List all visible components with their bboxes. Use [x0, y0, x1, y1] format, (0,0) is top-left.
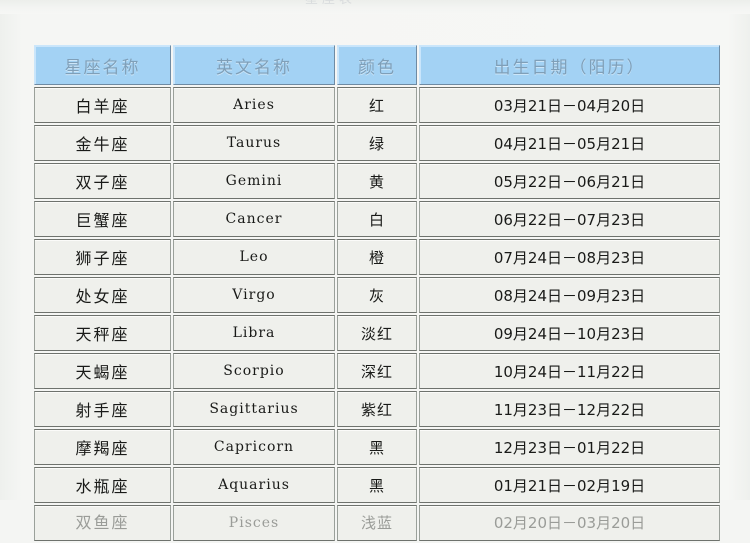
cell-birth-date: 02月20日－03月20日 — [419, 505, 720, 541]
table-row[interactable]: 狮子座 Leo 橙 07月24日－08月23日 — [34, 239, 720, 275]
cropped-title-strip: 星座表 — [0, 0, 750, 14]
cell-english-name: Libra — [173, 315, 335, 351]
table-row[interactable]: 金牛座 Taurus 绿 04月21日－05月21日 — [34, 125, 720, 161]
table-row[interactable]: 白羊座 Aries 红 03月21日－04月20日 — [34, 87, 720, 123]
cell-birth-date: 07月24日－08月23日 — [419, 239, 720, 275]
cell-sign-name: 摩羯座 — [34, 429, 171, 465]
table-row[interactable]: 摩羯座 Capricorn 黑 12月23日－01月22日 — [34, 429, 720, 465]
cell-birth-date: 04月21日－05月21日 — [419, 125, 720, 161]
cell-english-name: Capricorn — [173, 429, 335, 465]
cell-sign-name: 白羊座 — [34, 87, 171, 123]
cell-sign-name: 水瓶座 — [34, 467, 171, 503]
table-header: 星座名称 英文名称 颜色 出生日期（阳历） — [34, 45, 720, 85]
zodiac-sign-table: 星座名称 英文名称 颜色 出生日期（阳历） 白羊座 Aries 红 03月21日… — [32, 43, 722, 543]
cell-birth-date: 03月21日－04月20日 — [419, 87, 720, 123]
cell-english-name: Scorpio — [173, 353, 335, 389]
cell-color: 红 — [337, 87, 417, 123]
cell-color: 黑 — [337, 429, 417, 465]
cell-color: 白 — [337, 201, 417, 237]
cell-birth-date: 05月22日－06月21日 — [419, 163, 720, 199]
cell-sign-name: 天蝎座 — [34, 353, 171, 389]
cell-color: 紫红 — [337, 391, 417, 427]
column-header-english[interactable]: 英文名称 — [173, 45, 335, 85]
cell-color: 绿 — [337, 125, 417, 161]
column-header-name[interactable]: 星座名称 — [34, 45, 171, 85]
table-row[interactable]: 双鱼座 Pisces 浅蓝 02月20日－03月20日 — [34, 505, 720, 541]
table-row[interactable]: 射手座 Sagittarius 紫红 11月23日－12月22日 — [34, 391, 720, 427]
page-background: 星座表 星座名称 英文名称 颜色 出生日期（阳历） 白羊座 Aries 红 03… — [0, 0, 750, 541]
cell-sign-name: 双鱼座 — [34, 505, 171, 541]
cell-english-name: Pisces — [173, 505, 335, 541]
cell-color: 浅蓝 — [337, 505, 417, 541]
cell-sign-name: 巨蟹座 — [34, 201, 171, 237]
cell-birth-date: 11月23日－12月22日 — [419, 391, 720, 427]
cell-english-name: Leo — [173, 239, 335, 275]
cell-sign-name: 射手座 — [34, 391, 171, 427]
cell-english-name: Aries — [173, 87, 335, 123]
cell-color: 黑 — [337, 467, 417, 503]
table-body: 白羊座 Aries 红 03月21日－04月20日 金牛座 Taurus 绿 0… — [34, 87, 720, 541]
cell-birth-date: 01月21日－02月19日 — [419, 467, 720, 503]
table-header-row: 星座名称 英文名称 颜色 出生日期（阳历） — [34, 45, 720, 85]
cell-birth-date: 09月24日－10月23日 — [419, 315, 720, 351]
cell-color: 黄 — [337, 163, 417, 199]
cell-english-name: Sagittarius — [173, 391, 335, 427]
cell-color: 橙 — [337, 239, 417, 275]
cell-color: 淡红 — [337, 315, 417, 351]
cell-sign-name: 处女座 — [34, 277, 171, 313]
column-header-color[interactable]: 颜色 — [337, 45, 417, 85]
cell-sign-name: 双子座 — [34, 163, 171, 199]
table-row[interactable]: 巨蟹座 Cancer 白 06月22日－07月23日 — [34, 201, 720, 237]
cropped-title-text: 星座表 — [305, 0, 356, 7]
cell-sign-name: 天秤座 — [34, 315, 171, 351]
cell-english-name: Cancer — [173, 201, 335, 237]
cell-color: 灰 — [337, 277, 417, 313]
cell-english-name: Aquarius — [173, 467, 335, 503]
cell-english-name: Gemini — [173, 163, 335, 199]
cell-birth-date: 10月24日－11月22日 — [419, 353, 720, 389]
cell-birth-date: 12月23日－01月22日 — [419, 429, 720, 465]
cell-birth-date: 06月22日－07月23日 — [419, 201, 720, 237]
cell-birth-date: 08月24日－09月23日 — [419, 277, 720, 313]
cell-sign-name: 狮子座 — [34, 239, 171, 275]
table-row[interactable]: 处女座 Virgo 灰 08月24日－09月23日 — [34, 277, 720, 313]
table-row[interactable]: 天秤座 Libra 淡红 09月24日－10月23日 — [34, 315, 720, 351]
table-row[interactable]: 双子座 Gemini 黄 05月22日－06月21日 — [34, 163, 720, 199]
cell-sign-name: 金牛座 — [34, 125, 171, 161]
column-header-date[interactable]: 出生日期（阳历） — [419, 45, 720, 85]
cell-english-name: Virgo — [173, 277, 335, 313]
table-row[interactable]: 水瓶座 Aquarius 黑 01月21日－02月19日 — [34, 467, 720, 503]
cell-color: 深红 — [337, 353, 417, 389]
cell-english-name: Taurus — [173, 125, 335, 161]
zodiac-table-container: 星座名称 英文名称 颜色 出生日期（阳历） 白羊座 Aries 红 03月21日… — [32, 43, 720, 543]
table-row[interactable]: 天蝎座 Scorpio 深红 10月24日－11月22日 — [34, 353, 720, 389]
